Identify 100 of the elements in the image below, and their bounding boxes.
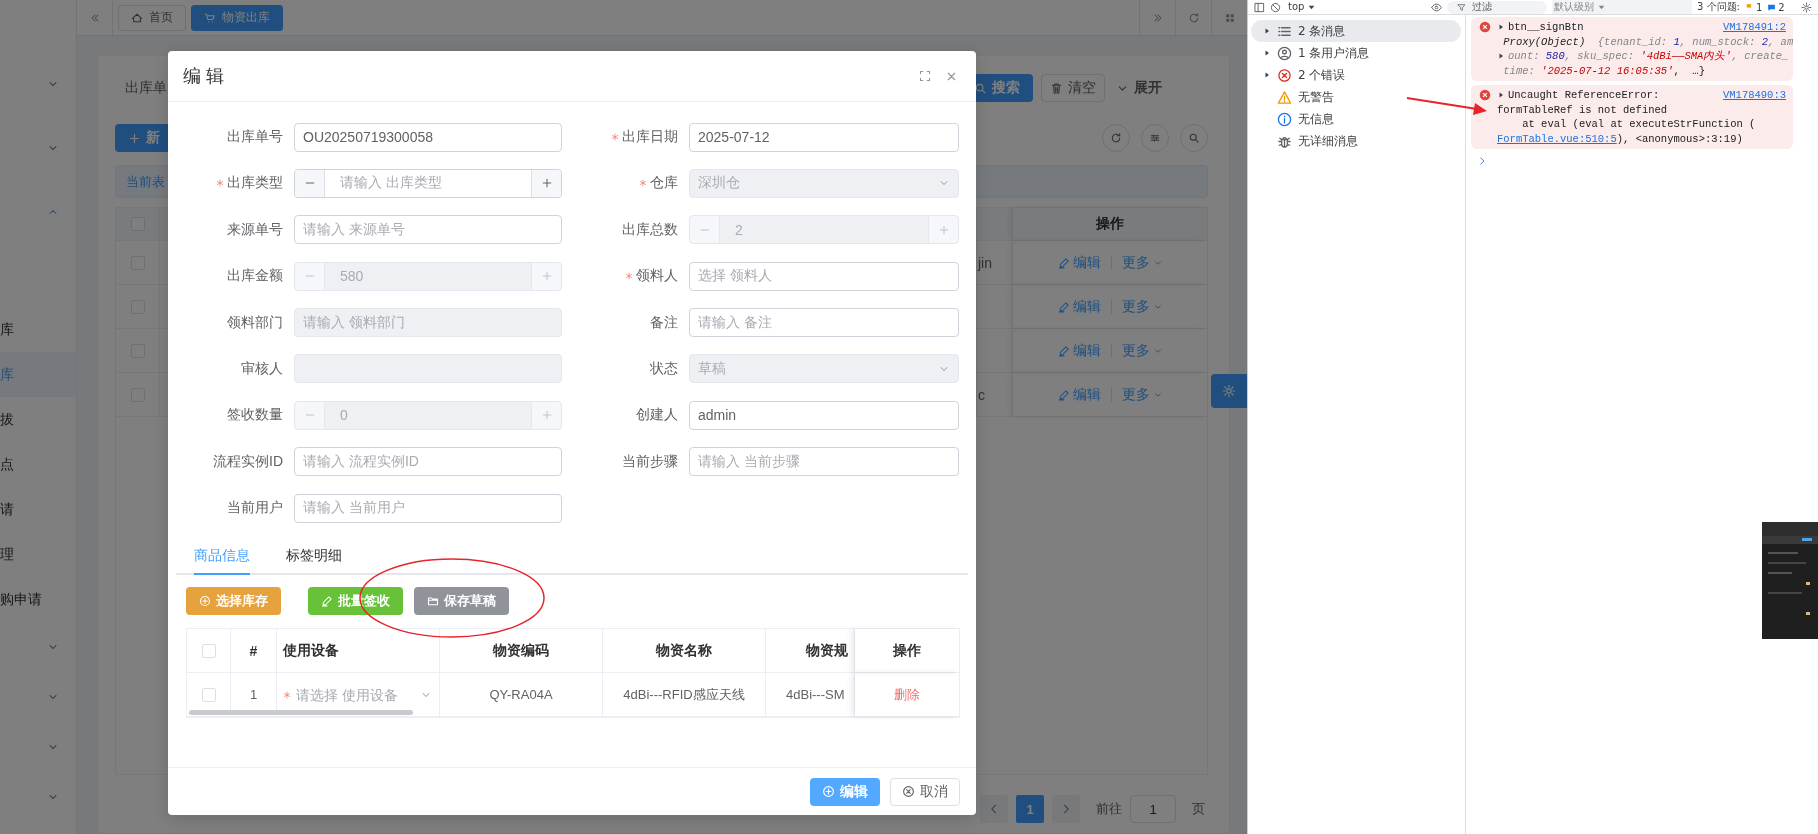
increase-button[interactable] bbox=[531, 169, 561, 197]
console-text: , sku_spec: bbox=[1564, 49, 1636, 64]
select-stock-button[interactable]: 选择库存 bbox=[186, 587, 281, 616]
more-link[interactable]: 更多 bbox=[1121, 341, 1163, 360]
issue-count-button[interactable]: 2 bbox=[1767, 1, 1785, 13]
issues-label: 3 个问题: bbox=[1697, 1, 1740, 13]
table-cell: 4dBi---RFID感应天线 bbox=[623, 685, 745, 704]
input-field[interactable]: admin bbox=[689, 400, 959, 430]
input-field[interactable]: 请输入 来源单号 bbox=[294, 215, 562, 245]
checkbox[interactable] bbox=[201, 643, 216, 658]
page-input[interactable]: 1 bbox=[1130, 795, 1176, 823]
home-icon bbox=[131, 11, 143, 24]
log-level-selector[interactable]: 默认级别 bbox=[1552, 0, 1692, 14]
expand-button[interactable]: 展开 bbox=[1113, 74, 1165, 102]
delete-link[interactable]: 删除 bbox=[894, 685, 920, 704]
console-text: '4dBi——SMA内头' bbox=[1640, 49, 1732, 64]
input-field[interactable]: 请输入 备注 bbox=[689, 308, 959, 338]
edit-link[interactable]: 编辑 bbox=[1057, 341, 1101, 360]
filter-field[interactable]: 过滤 bbox=[1447, 0, 1547, 14]
page-tab[interactable]: 物资出库 bbox=[191, 4, 283, 31]
number-field[interactable]: 请输入 出库类型 bbox=[294, 168, 562, 198]
source-link[interactable]: VM178491:2 bbox=[1723, 20, 1786, 35]
settings-button[interactable] bbox=[1801, 1, 1812, 13]
input-field[interactable]: 选择 领料人 bbox=[689, 261, 959, 291]
console-filter-item[interactable]: 2 条消息 bbox=[1251, 20, 1461, 42]
checkbox[interactable] bbox=[201, 687, 216, 702]
console-text: at eval (eval at executeStrFunction ( bbox=[1521, 117, 1756, 132]
edit-link[interactable]: 编辑 bbox=[1057, 253, 1101, 272]
menu-item[interactable]: 请 bbox=[0, 487, 76, 532]
input-field[interactable]: 请输入 当前步骤 bbox=[689, 447, 959, 477]
source-link[interactable]: FormTable.vue:510:5 bbox=[1497, 131, 1617, 146]
scrollbar[interactable] bbox=[189, 710, 413, 716]
page-button[interactable]: 1 bbox=[1016, 795, 1044, 823]
menu-item[interactable]: 拔 bbox=[0, 397, 76, 442]
column-header: 操作 bbox=[1096, 215, 1124, 233]
previous-page-button[interactable] bbox=[980, 795, 1008, 823]
console-filter-item[interactable]: 无信息 bbox=[1251, 108, 1461, 130]
next-page-button[interactable] bbox=[1052, 795, 1080, 823]
edit-link[interactable]: 编辑 bbox=[1057, 297, 1101, 316]
grid-icon bbox=[1223, 11, 1236, 24]
search-button[interactable] bbox=[1180, 124, 1208, 152]
panel-icon bbox=[1254, 1, 1265, 13]
pencil-icon bbox=[1057, 300, 1070, 313]
table-cell: QY-RA04A bbox=[489, 687, 553, 703]
issue-count-button[interactable]: 1 bbox=[1744, 1, 1763, 13]
source-link[interactable]: VM178490:3 bbox=[1723, 88, 1786, 103]
refresh-icon bbox=[1110, 132, 1122, 144]
console-text: 1 bbox=[1673, 34, 1680, 49]
error-icon bbox=[1277, 67, 1292, 83]
dock-button[interactable] bbox=[1254, 1, 1265, 13]
clear-console-button[interactable] bbox=[1270, 1, 1281, 13]
field-label: 出库类型 bbox=[227, 174, 283, 193]
required-icon bbox=[283, 690, 291, 699]
menu-item[interactable]: 理 bbox=[0, 532, 76, 577]
console-text: formTableRef is not defined bbox=[1497, 102, 1668, 117]
goto-label: 前往 bbox=[1096, 800, 1122, 818]
menu-item[interactable]: 购申请 bbox=[0, 577, 76, 622]
table-cell: 1 bbox=[249, 687, 258, 703]
warning-icon bbox=[1277, 89, 1292, 105]
select-field[interactable]: 请选择 使用设备 bbox=[294, 680, 434, 709]
save-draft-button[interactable]: 保存草稿 bbox=[414, 587, 509, 616]
cancel-button[interactable]: 取消 bbox=[890, 777, 960, 806]
console-text: Uncaught ReferenceError: bbox=[1508, 88, 1660, 103]
more-link[interactable]: 更多 bbox=[1121, 297, 1163, 316]
decrease-button[interactable] bbox=[295, 169, 325, 197]
menu-item[interactable]: 库 bbox=[0, 352, 76, 397]
console-filter-item[interactable]: 无详细消息 bbox=[1251, 130, 1461, 152]
tab[interactable]: 商品信息 bbox=[194, 539, 250, 576]
input-field[interactable]: OU20250719300058 bbox=[294, 122, 562, 152]
block-icon bbox=[1270, 1, 1281, 13]
menu-item[interactable]: 库 bbox=[0, 307, 76, 352]
live-expression-button[interactable] bbox=[1431, 1, 1442, 13]
console-filter-item[interactable]: 1 条用户消息 bbox=[1251, 42, 1461, 64]
input-field[interactable]: 2025-07-12 bbox=[689, 122, 959, 152]
refresh-button[interactable] bbox=[1102, 124, 1130, 152]
more-link[interactable]: 更多 bbox=[1121, 253, 1163, 272]
trash-icon bbox=[1050, 81, 1063, 95]
column-header: 使用设备 bbox=[283, 641, 339, 660]
menu-item[interactable]: 点 bbox=[0, 442, 76, 487]
edit-link[interactable]: 编辑 bbox=[1057, 385, 1101, 404]
plus-icon bbox=[937, 223, 950, 236]
context-selector[interactable]: top bbox=[1286, 0, 1426, 14]
input-field[interactable]: 请输入 流程实例ID bbox=[294, 447, 562, 477]
edit-button[interactable]: 编辑 bbox=[810, 777, 880, 806]
columns-button[interactable] bbox=[1141, 124, 1169, 152]
field-label: 创建人 bbox=[636, 406, 678, 425]
message-icon bbox=[1767, 2, 1777, 12]
column-header: # bbox=[249, 642, 258, 659]
field-label: 当前步骤 bbox=[622, 452, 678, 471]
search-icon bbox=[1188, 132, 1200, 144]
table-cell: jin bbox=[978, 254, 992, 271]
page-tab[interactable]: 首页 bbox=[118, 4, 186, 31]
settings-icon bbox=[1801, 1, 1812, 13]
clear-button[interactable]: 清空 bbox=[1041, 74, 1105, 102]
required-icon bbox=[639, 179, 647, 188]
console-filter-item[interactable]: 无警告 bbox=[1251, 86, 1461, 108]
input-field[interactable]: 请输入 当前用户 bbox=[294, 493, 562, 523]
more-link[interactable]: 更多 bbox=[1121, 385, 1163, 404]
tab[interactable]: 标签明细 bbox=[286, 539, 342, 576]
console-filter-item[interactable]: 2 个错误 bbox=[1251, 64, 1461, 86]
